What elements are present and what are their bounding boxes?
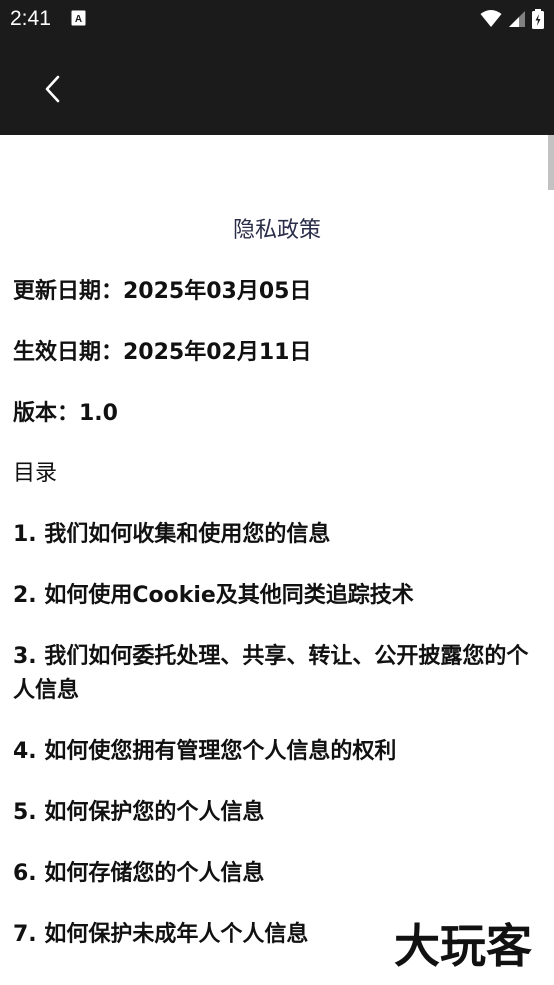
- toc-item-6[interactable]: 6. 如何存储您的个人信息: [13, 857, 538, 891]
- privacy-policy-content[interactable]: 隐私政策 更新日期：2025年03月05日 生效日期：2025年02月11日 版…: [0, 135, 554, 985]
- battery-icon: [532, 9, 544, 29]
- app-notification-icon: A: [71, 10, 86, 26]
- wifi-icon: [480, 10, 502, 27]
- toc-heading: 目录: [13, 461, 58, 486]
- scrollbar-thumb[interactable]: [548, 135, 554, 190]
- version-label: 版本：1.0: [13, 401, 118, 426]
- status-icons: [480, 8, 544, 30]
- toc-item-5[interactable]: 5. 如何保护您的个人信息: [13, 796, 538, 830]
- svg-text:大玩客: 大玩客: [394, 919, 532, 973]
- toc-item-3[interactable]: 3. 我们如何委托处理、共享、转让、公开披露您的个人信息: [13, 640, 538, 708]
- toc-item-1[interactable]: 1. 我们如何收集和使用您的信息: [13, 518, 538, 552]
- cellular-signal-icon: [509, 11, 525, 27]
- toc-item-2[interactable]: 2. 如何使用Cookie及其他同类追踪技术: [13, 579, 538, 613]
- watermark-logo: 大玩客 大玩客: [392, 918, 535, 973]
- chevron-left-icon: [45, 75, 60, 103]
- status-bar: 2:41 A: [0, 0, 554, 38]
- svg-text:A: A: [75, 14, 82, 25]
- toc-item-4[interactable]: 4. 如何使您拥有管理您个人信息的权利: [13, 735, 538, 769]
- toolbar: [0, 38, 554, 135]
- effective-date: 生效日期：2025年02月11日: [13, 340, 312, 365]
- status-time: 2:41: [10, 7, 51, 30]
- update-date: 更新日期：2025年03月05日: [13, 279, 312, 304]
- page-title: 隐私政策: [232, 218, 321, 243]
- back-button[interactable]: [30, 66, 76, 112]
